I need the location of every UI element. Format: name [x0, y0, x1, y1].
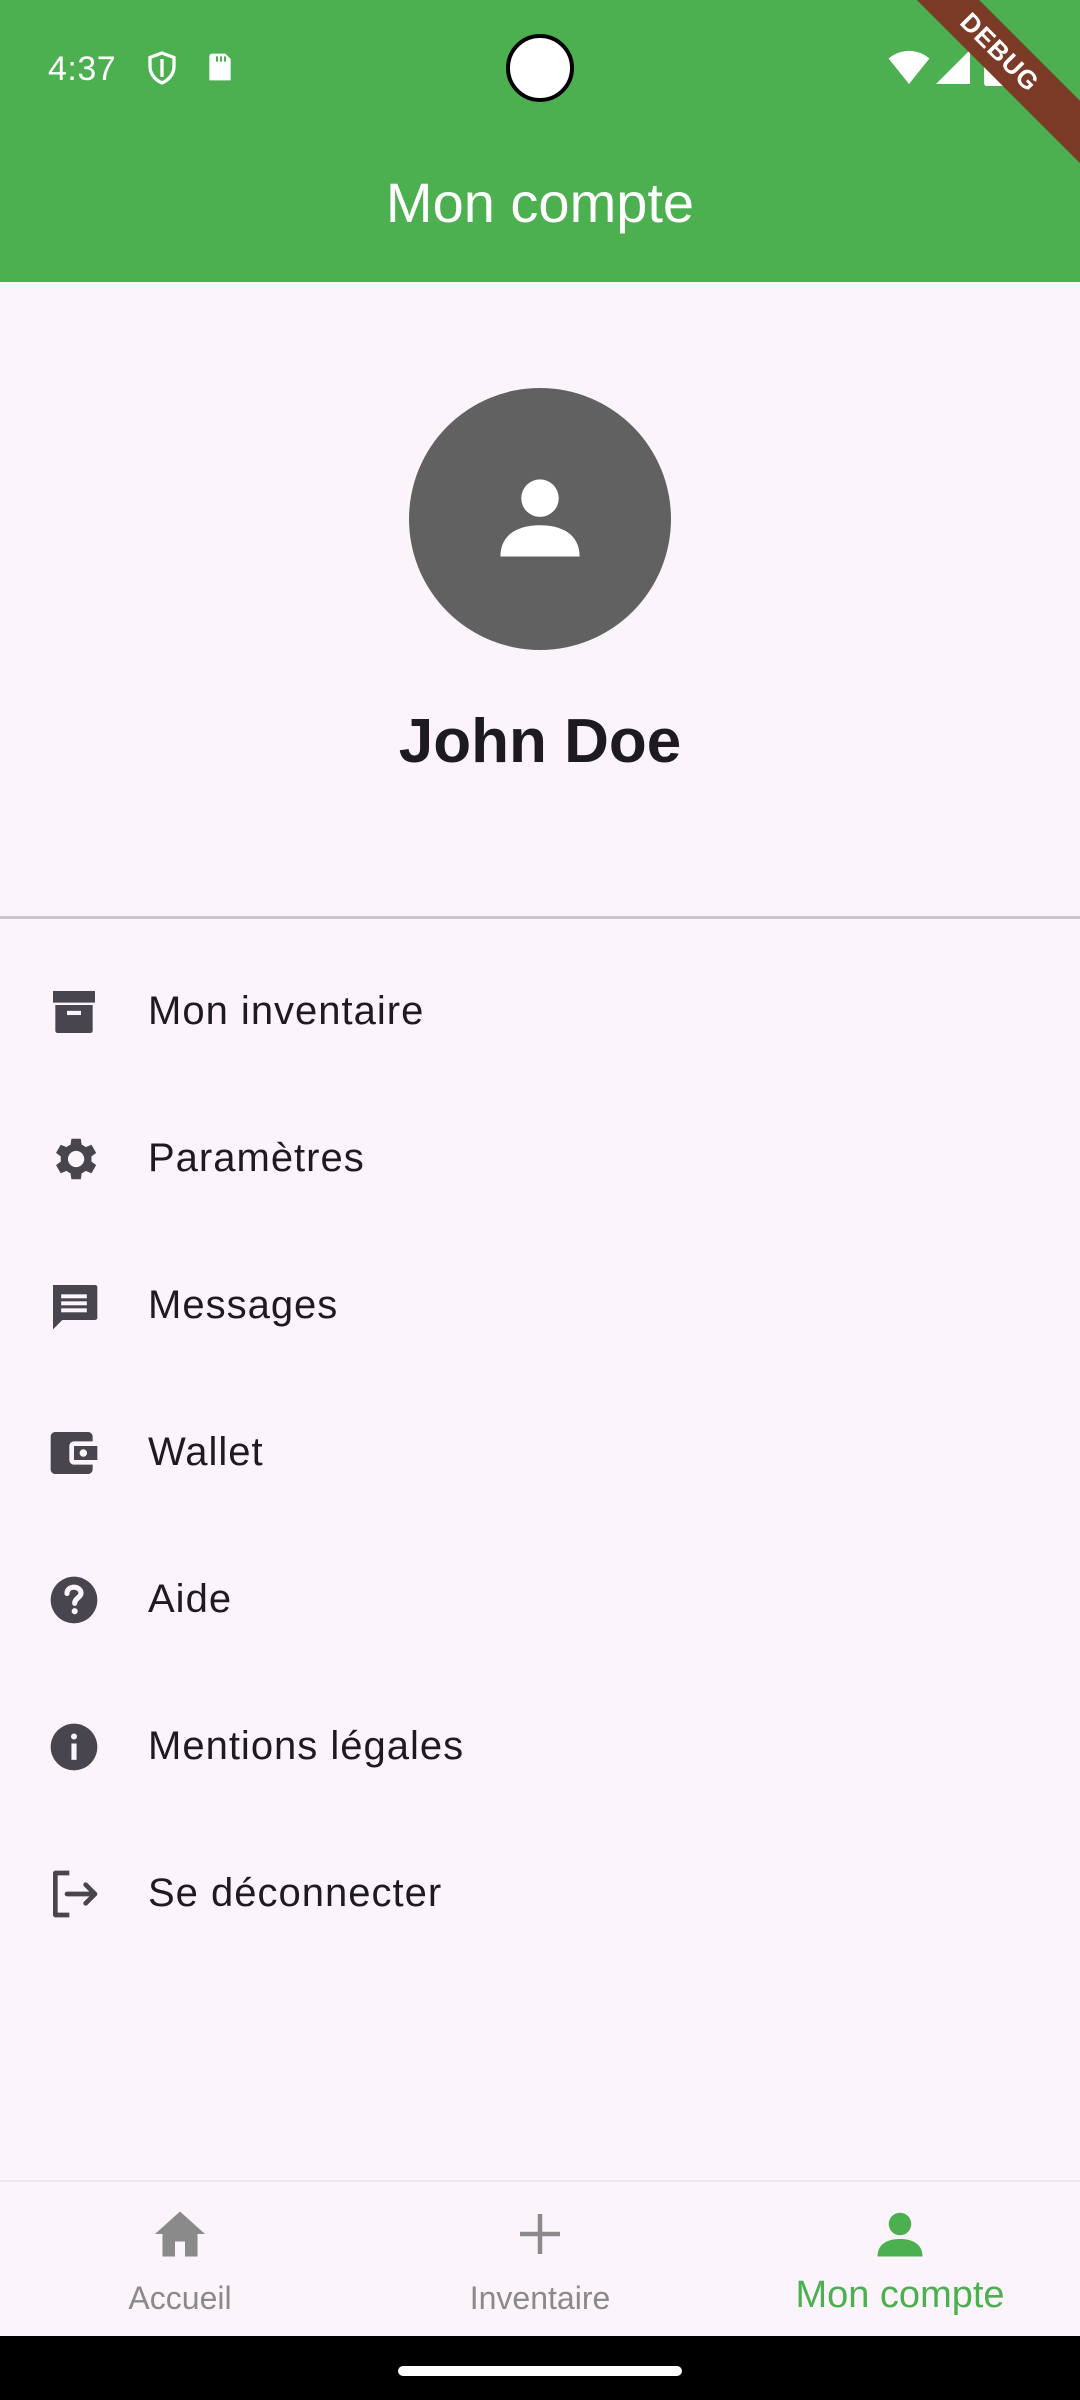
status-time: 4:37: [48, 50, 117, 88]
page-title: Mon compte: [385, 171, 695, 234]
wifi-icon: [888, 50, 930, 89]
camera-cutout: [506, 34, 574, 102]
menu-item-label: Paramètres: [148, 1136, 365, 1180]
person-icon: [870, 2204, 930, 2264]
menu-item-se-deconnecter[interactable]: Se déconnecter: [0, 1820, 1080, 1967]
cell-signal-icon: [936, 50, 970, 89]
gear-icon: [44, 1129, 104, 1189]
menu-item-label: Aide: [148, 1577, 233, 1621]
info-icon: [44, 1717, 104, 1777]
menu-item-label: Messages: [148, 1283, 339, 1327]
nav-label: Mon compte: [795, 2274, 1005, 2316]
menu-item-aide[interactable]: Aide: [0, 1526, 1080, 1673]
menu-item-parametres[interactable]: Paramètres: [0, 1085, 1080, 1232]
menu-item-mentions-legales[interactable]: Mentions légales: [0, 1673, 1080, 1820]
message-icon: [44, 1276, 104, 1336]
avatar[interactable]: [409, 388, 671, 650]
menu-item-label: Mentions légales: [148, 1724, 465, 1768]
nav-item-accueil[interactable]: Accueil: [0, 2182, 360, 2338]
menu-item-label: Wallet: [148, 1430, 264, 1474]
nav-item-mon-compte[interactable]: Mon compte: [720, 2182, 1080, 2338]
user-name: John Doe: [398, 707, 682, 776]
help-icon: [44, 1570, 104, 1630]
person-icon: [500, 479, 580, 557]
logout-icon: [44, 1864, 104, 1924]
nav-item-inventaire[interactable]: Inventaire: [360, 2182, 720, 2338]
wallet-icon: [44, 1423, 104, 1483]
home-indicator[interactable]: [398, 2366, 682, 2376]
menu-item-wallet[interactable]: Wallet: [0, 1379, 1080, 1526]
nav-label: Accueil: [128, 2280, 232, 2316]
bottom-navigation: Accueil Inventaire Mon compte: [0, 2180, 1080, 2336]
home-icon: [150, 2204, 210, 2264]
archive-icon: [44, 982, 104, 1042]
account-menu: Mon inventaire Paramètres Messages Walle…: [0, 938, 1080, 1967]
app-bar: 4:37 DEBUG Mon compte: [0, 0, 1080, 282]
menu-item-inventaire[interactable]: Mon inventaire: [0, 938, 1080, 1085]
menu-item-label: Mon inventaire: [148, 989, 425, 1033]
sd-card-icon: [204, 48, 236, 91]
nav-label: Inventaire: [469, 2280, 611, 2316]
menu-item-messages[interactable]: Messages: [0, 1232, 1080, 1379]
plus-icon: [510, 2204, 570, 2264]
status-bar: 4:37: [0, 0, 1080, 140]
menu-item-label: Se déconnecter: [148, 1871, 443, 1915]
divider: [0, 916, 1080, 919]
gesture-bar: [0, 2336, 1080, 2400]
shield-icon: [144, 48, 180, 93]
